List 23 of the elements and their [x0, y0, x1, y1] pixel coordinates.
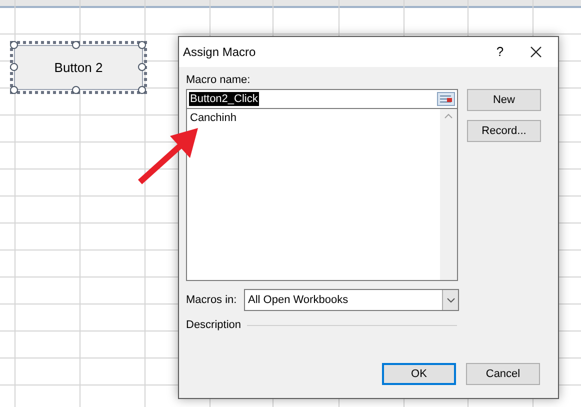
description-label: Description — [186, 318, 242, 333]
side-button[interactable]: New — [467, 89, 541, 111]
selected-text: Button2_Click — [189, 92, 259, 106]
macros-in-label: Macros in: — [186, 292, 235, 308]
macros-in-dropdown[interactable]: All Open Workbooks — [244, 289, 459, 311]
window-title: Assign Macro — [183, 44, 256, 61]
collapse-dialog-icon[interactable] — [437, 92, 455, 106]
scrollbar[interactable] — [440, 109, 457, 280]
macro-list[interactable]: Canchinh — [186, 109, 458, 281]
dropdown-value: All Open Workbooks — [248, 292, 350, 308]
side-button[interactable]: Record... — [467, 120, 541, 142]
dropdown-arrow-button[interactable] — [442, 290, 458, 310]
dialog-button[interactable]: Cancel — [466, 363, 540, 385]
macro-name-field[interactable]: Button2_Click — [186, 89, 458, 109]
macro-name-label: Macro name: — [186, 73, 252, 87]
resize-handle[interactable] — [10, 41, 18, 49]
list-item[interactable]: Canchinh — [189, 111, 238, 126]
close-icon — [530, 46, 542, 58]
help-button[interactable]: ? — [486, 40, 514, 64]
dialog-button[interactable]: OK — [382, 363, 456, 385]
form-button[interactable]: Button 2 — [14, 45, 143, 90]
chevron-down-icon — [446, 298, 454, 302]
resize-handle[interactable] — [10, 63, 18, 71]
